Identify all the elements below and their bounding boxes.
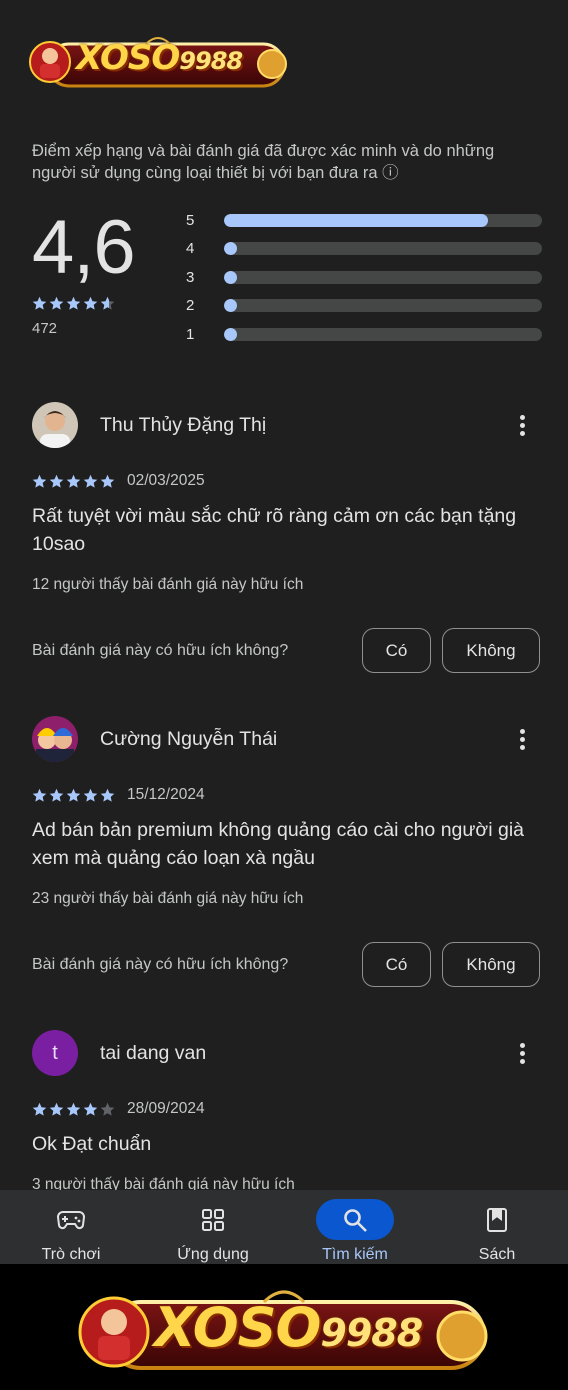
helpful-count: 12 người thấy bài đánh giá này hữu ích [32,576,304,593]
review-text: Rất tuyệt vời màu sắc chữ rõ ràng cảm ơn… [32,505,517,555]
helpful-no-button[interactable]: Không [442,942,540,987]
verified-ratings-note: Điểm xếp hạng và bài đánh giá đã được xá… [32,142,495,182]
average-rating: 4,6 [32,205,136,290]
more-options-icon[interactable] [510,1041,534,1065]
rating-bar-row: 4 [186,235,542,264]
nav-tab-books[interactable]: Sách [426,1190,568,1264]
rating-bar-label: 5 [186,211,195,229]
average-rating-stars [32,296,115,311]
helpful-no-button[interactable]: Không [442,628,540,673]
nav-label: Sách [478,1246,516,1263]
review-card: Thu Thủy Đặng Thị 02/03/2025 Rất tuyệt v… [32,402,540,673]
bookmark-icon [458,1199,536,1240]
nav-label: Tìm kiếm [322,1246,388,1263]
star-icon [32,296,47,310]
rating-bar-track [224,270,542,284]
helpful-yes-button[interactable]: Có [362,628,431,673]
star-icon [49,296,64,310]
star-icon [66,1102,81,1116]
rating-bar-label: 1 [186,325,195,343]
helpful-count: 23 người thấy bài đánh giá này hữu ích [32,890,304,907]
helpful-question: Bài đánh giá này có hữu ích không? [32,641,289,659]
star-icon [100,1102,115,1116]
nav-label: Ứng dụng [177,1246,249,1263]
star-icon [49,474,64,488]
rating-bar-fill [224,213,488,227]
star-icon [49,1102,64,1116]
more-options-icon[interactable] [510,727,534,751]
star-icon [83,296,98,310]
rating-bar-label: 4 [186,240,195,258]
reviewer-avatar [32,402,78,448]
star-icon [83,788,98,802]
helpful-yes-button[interactable]: Có [362,942,431,987]
review-text: Ok Đạt chuẩn [32,1133,152,1155]
search-icon [316,1199,394,1240]
reviewer-avatar: t [32,1030,78,1076]
rating-bar-track [224,213,542,227]
rating-bar-row: 1 [186,320,542,349]
nav-label: Trò chơi [41,1246,101,1263]
review-date: 15/12/2024 [127,786,205,803]
nav-tab-apps[interactable]: Ứng dụng [142,1190,284,1264]
star-icon [32,474,47,488]
review-text: Ad bán bản premium không quảng cáo cài c… [32,819,524,869]
reviewer-name: tai dang van [100,1041,207,1064]
star-icon [66,788,81,802]
rating-bar-track [224,242,542,256]
rating-bar-track [224,299,542,313]
info-icon[interactable]: ⓘ [382,164,399,182]
star-icon [32,1102,47,1116]
rating-bar-label: 2 [186,297,195,315]
review-stars [32,1102,115,1117]
star-icon [100,296,115,310]
apps-grid-icon [174,1199,252,1240]
rating-count: 472 [32,320,58,337]
nav-tab-games[interactable]: Trò chơi [0,1190,142,1264]
bottom-navigation: Trò chơi Ứng dụng Tìm kiếm Sách [0,1190,568,1264]
rating-bar-row: 3 [186,263,542,292]
review-card: Cường Nguyễn Thái 15/12/2024 Ad bán bản … [32,716,540,987]
rating-bar-row: 2 [186,292,542,321]
reviewer-avatar [32,716,78,762]
rating-bar-row: 5 [186,206,542,235]
review-card: t tai dang van 28/09/2024 Ok Đạt chuẩn 3… [32,1030,540,1194]
review-stars [32,788,115,803]
helpful-question: Bài đánh giá này có hữu ích không? [32,955,289,973]
star-icon [49,788,64,802]
reviewer-name: Thu Thủy Đặng Thị [100,413,267,436]
star-icon [100,788,115,802]
star-icon [83,474,98,488]
more-options-icon[interactable] [510,413,534,437]
gamepad-icon [32,1199,110,1240]
review-date: 02/03/2025 [127,472,205,489]
nav-tab-search[interactable]: Tìm kiếm [284,1190,426,1264]
reviewer-name: Cường Nguyễn Thái [100,727,278,750]
review-stars [32,474,115,489]
bottom-brand-logo: XOSO9988 [78,1280,490,1376]
review-date: 28/09/2024 [127,1100,205,1117]
star-icon [83,1102,98,1116]
rating-bar-fill [224,270,237,284]
star-icon [100,474,115,488]
rating-bar-track [224,327,542,341]
bottom-brand-banner: XOSO9988 [0,1264,568,1390]
rating-bar-fill [224,327,237,341]
star-icon [32,788,47,802]
rating-bar-label: 3 [186,268,195,286]
rating-distribution: 5 4 3 2 1 [186,206,542,349]
star-icon [66,296,81,310]
rating-bar-fill [224,299,237,313]
star-icon [66,474,81,488]
top-brand-logo: XOSO9988 [28,30,290,90]
rating-bar-fill [224,242,237,256]
